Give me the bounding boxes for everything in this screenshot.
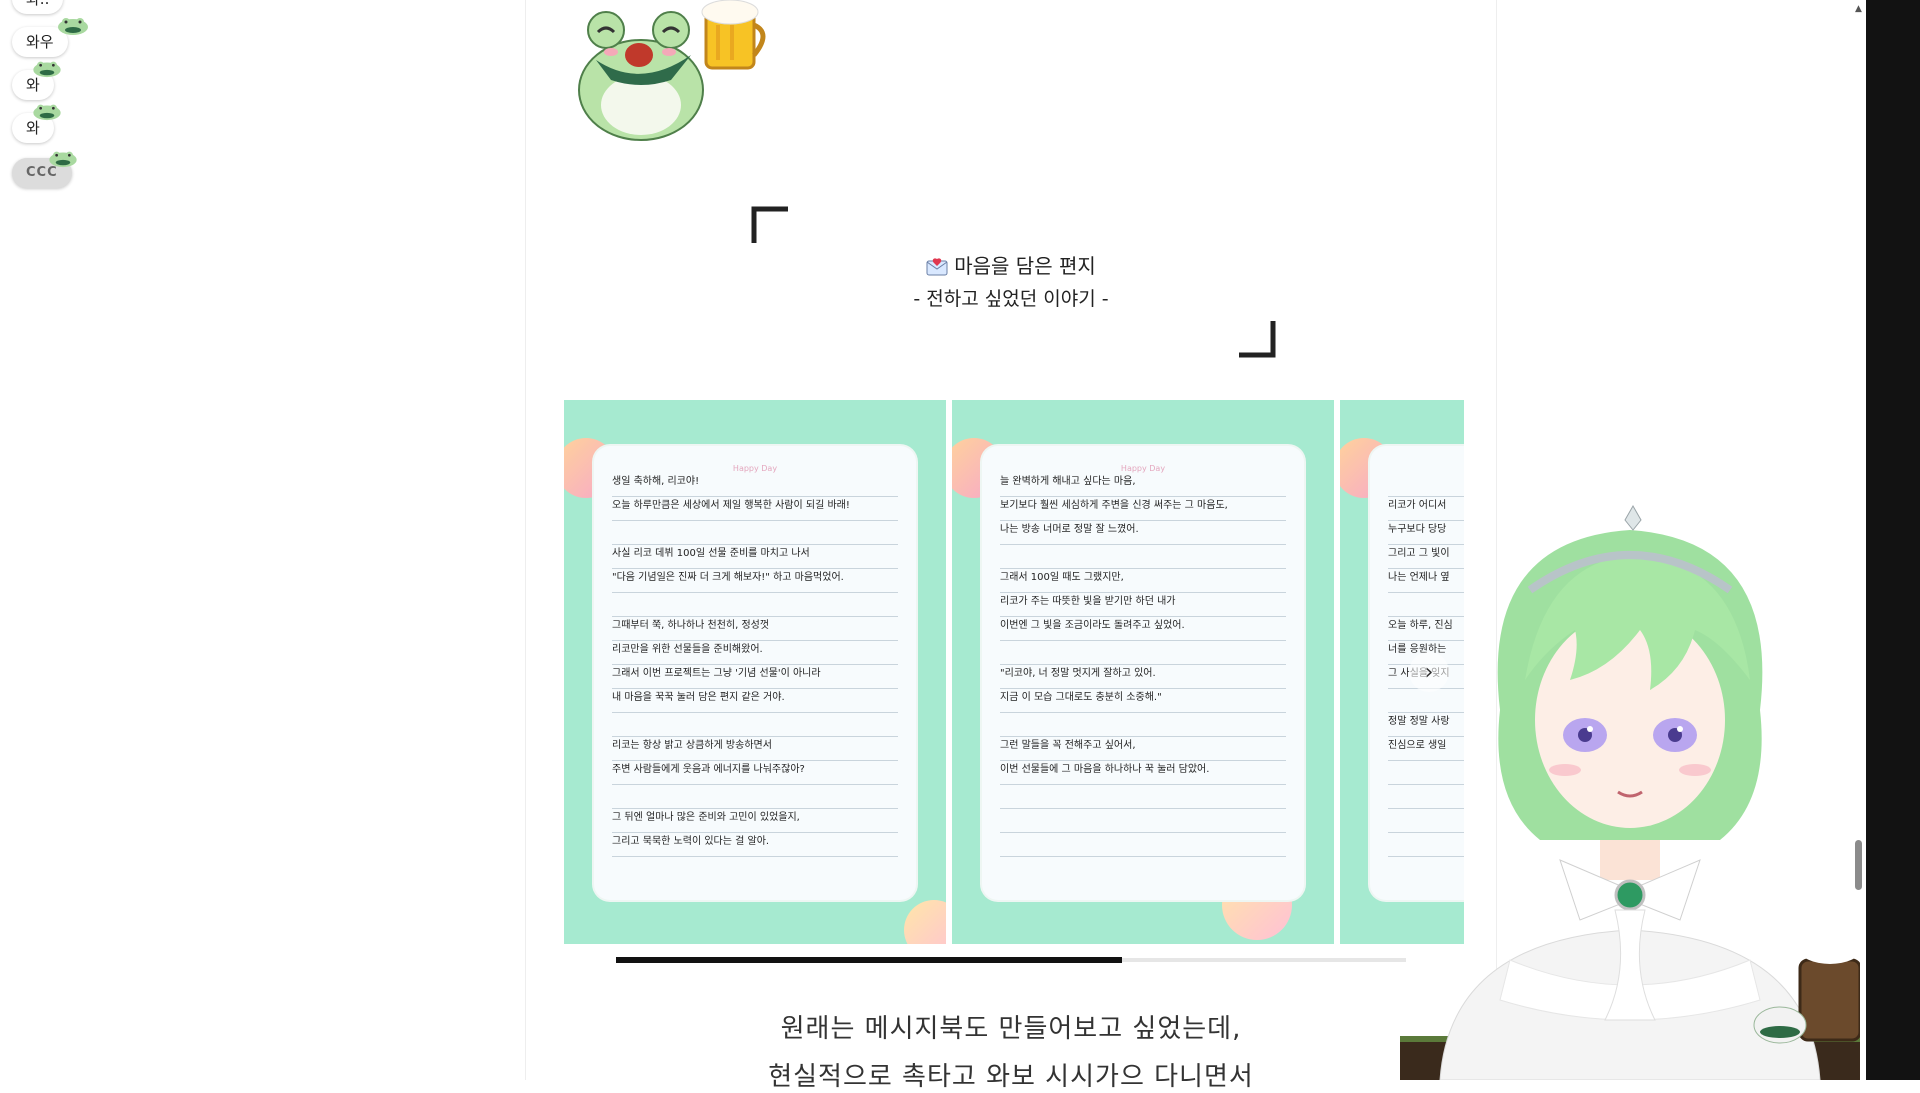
letter-line: 사실 리코 데뷔 100일 선물 준비를 마치고 나서 <box>612 544 898 569</box>
letter-line: 생일 축하해, 리코야! <box>612 472 898 497</box>
window-edge <box>1866 0 1920 1080</box>
page-content: 마음을 담은 편지 - 전하고 싶었던 이야기 - Happy Day 생일 축… <box>525 0 1497 1092</box>
letter-paper: Happy Day 늘 완벽하게 해내고 싶다는 마음, 보기보다 훨씬 세심하… <box>982 446 1304 900</box>
chat-bubble: 와.. <box>12 0 64 14</box>
letter-line: 내 마음을 꾹꾹 눌러 담은 편지 같은 거야. <box>612 688 898 713</box>
body-text-line-1: 원래는 메시지북도 만들어보고 싶었는데, <box>780 1014 1242 1044</box>
letter-line: 그때부터 쭉, 하나하나 천천히, 정성껏 <box>612 616 898 641</box>
letter-line: "다음 기념일은 진짜 더 크게 해보자!" 하고 마음먹었어. <box>612 568 898 593</box>
letter-paper: Happy Day 생일 축하해, 리코야! 오늘 하루만큼은 세상에서 제일 … <box>594 446 916 900</box>
letter-line: 이번엔 그 빛을 조금이라도 돌려주고 싶었어. <box>1000 616 1286 641</box>
frog-emote-icon <box>33 61 61 78</box>
letters-subtitle: - 전하고 싶었던 이야기 - <box>913 288 1109 310</box>
letter-card-1[interactable]: Happy Day 생일 축하해, 리코야! 오늘 하루만큼은 세상에서 제일 … <box>564 400 946 944</box>
letter-line: 그래서 100일 때도 그랬지만, <box>1000 568 1286 593</box>
letter-line: 오늘 하루만큼은 세상에서 제일 행복한 사람이 되길 바래! <box>612 496 898 521</box>
letter-line <box>1000 832 1286 857</box>
letter-line: 그런 말들을 꼭 전해주고 싶어서, <box>1000 736 1286 761</box>
letter-line <box>1000 808 1286 833</box>
chat-overlay: 와.. 와우 와 와 CCC <box>0 0 120 200</box>
streamer-avatar <box>1400 504 1860 1080</box>
letter-line: 이번 선물들에 그 마음을 하나하나 꾹 눌러 담았어. <box>1000 760 1286 785</box>
letter-line: "리코야, 너 정말 멋지게 잘하고 있어. <box>1000 664 1286 689</box>
letter-line: 주변 사람들에게 웃음과 에너지를 나눠주잖아? <box>612 760 898 785</box>
letter-line: 그 뒤엔 얼마나 많은 준비와 고민이 있었을지, <box>612 808 898 833</box>
letters-title-text: 마음을 담은 편지 <box>954 254 1096 278</box>
letter-line: 리코는 항상 밝고 상큼하게 방송하면서 <box>612 736 898 761</box>
letter-line <box>612 784 898 809</box>
corner-bracket-bottom-right <box>1239 321 1276 358</box>
letter-line: 보기보다 훨씬 세심하게 주변을 신경 써주는 그 마음도, <box>1000 496 1286 521</box>
letter-line <box>1000 544 1286 569</box>
letter-card-2[interactable]: Happy Day 늘 완벽하게 해내고 싶다는 마음, 보기보다 훨씬 세심하… <box>952 400 1334 944</box>
letter-line: 그래서 이번 프로젝트는 그냥 '기념 선물'이 아니라 <box>612 664 898 689</box>
letter-line <box>612 520 898 545</box>
carousel-progress-track[interactable] <box>616 957 1406 963</box>
letter-line: 지금 이 모습 그대로도 충분히 소중해." <box>1000 688 1286 713</box>
letter-line <box>1000 712 1286 737</box>
frog-emote-icon <box>49 151 77 168</box>
frog-beer-sticker <box>578 0 766 141</box>
frog-emote-icon <box>33 104 61 121</box>
letters-carousel[interactable]: Happy Day 생일 축하해, 리코야! 오늘 하루만큼은 세상에서 제일 … <box>564 400 1464 944</box>
body-text-line-2: 현실적으로 촉타고 와보 시시가으 다니면서 <box>768 1062 1254 1092</box>
letter-line: 그리고 묵묵한 노력이 있다는 걸 알아. <box>612 832 898 857</box>
letter-line <box>1000 640 1286 665</box>
decor-blob <box>904 900 946 944</box>
letter-line: 리코만을 위한 선물들을 준비해왔어. <box>612 640 898 665</box>
letters-title: 마음을 담은 편지 <box>526 250 1496 279</box>
corner-bracket-top-left <box>751 206 788 243</box>
letter-line: 늘 완벽하게 해내고 싶다는 마음, <box>1000 472 1286 497</box>
love-letter-icon <box>926 258 948 276</box>
carousel-progress-fill <box>616 957 1122 963</box>
scroll-up-icon[interactable]: ▲ <box>1855 4 1862 14</box>
letter-line: 나는 방송 너머로 정말 잘 느꼈어. <box>1000 520 1286 545</box>
letter-line <box>1000 784 1286 809</box>
frog-emote-icon <box>58 18 88 35</box>
letter-line <box>612 592 898 617</box>
letter-line <box>612 712 898 737</box>
letter-line: 리코가 주는 따뜻한 빛을 받기만 하던 내가 <box>1000 592 1286 617</box>
